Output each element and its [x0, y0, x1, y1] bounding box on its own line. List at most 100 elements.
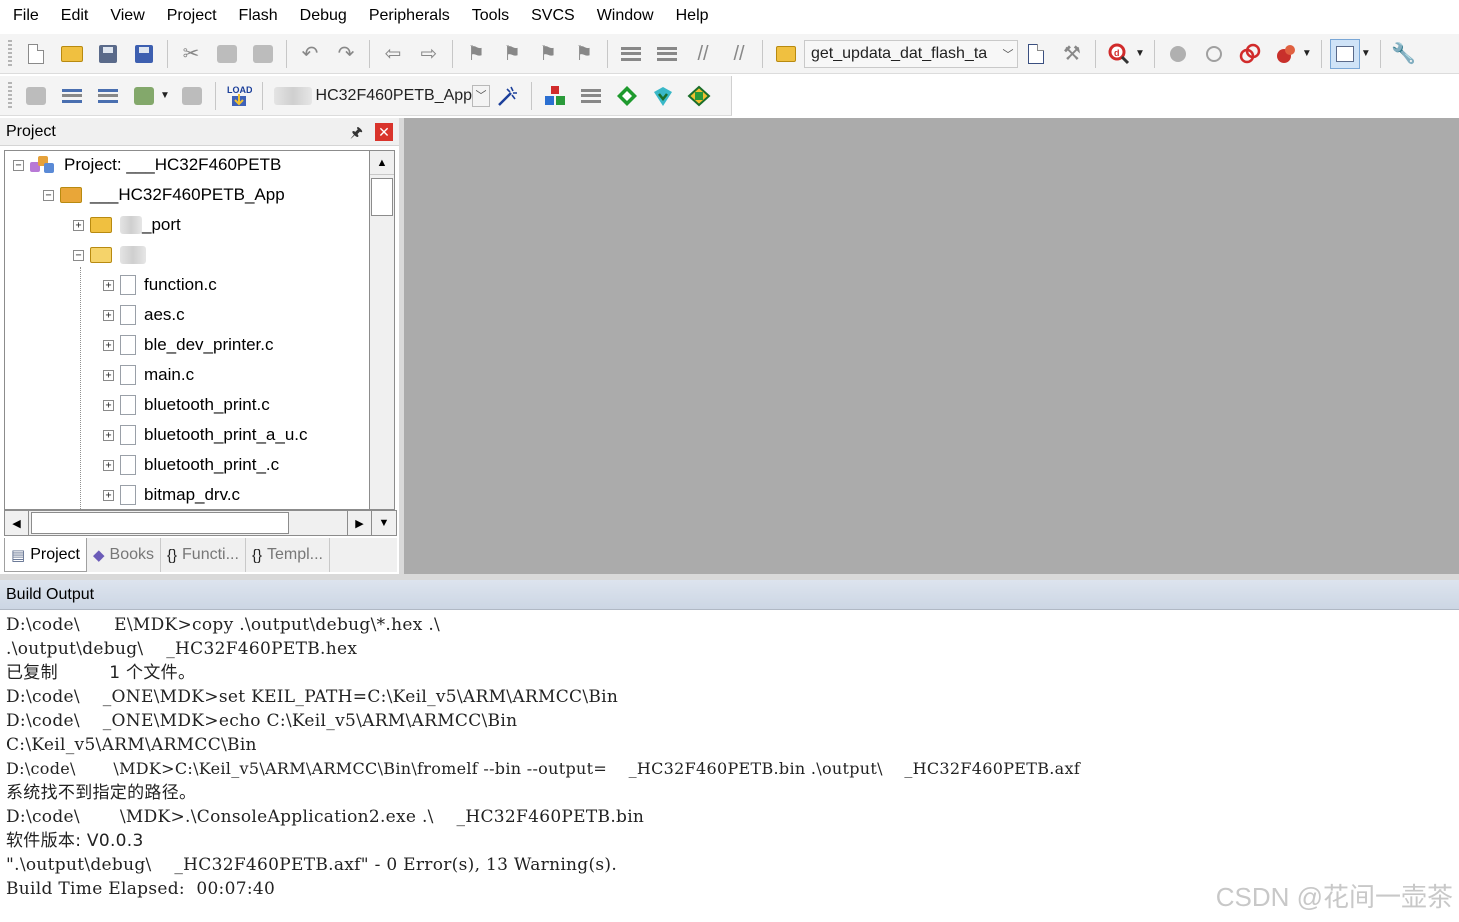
event-recorder-button[interactable] — [684, 81, 714, 111]
nav-forward-button[interactable]: ⇨ — [414, 39, 444, 69]
window-layout-dropdown-icon[interactable]: ▼ — [1361, 48, 1371, 59]
indent-button[interactable] — [616, 39, 646, 69]
scroll-thumb[interactable] — [31, 512, 289, 534]
toolbar-grip[interactable] — [8, 39, 12, 68]
window-layout-button[interactable] — [1329, 38, 1360, 69]
batch-build-button[interactable] — [129, 81, 159, 111]
tree-horizontal-scrollbar[interactable]: ◀ ▶ ▼ — [4, 510, 397, 536]
tree-file[interactable]: + bitmap_drv.c — [103, 483, 240, 507]
expand-icon[interactable]: + — [103, 339, 114, 351]
build-output-window[interactable]: D:\code\ E\MDK>copy .\output\debug\*.hex… — [0, 611, 1459, 922]
nav-back-button[interactable]: ⇦ — [378, 39, 408, 69]
scroll-up-icon[interactable]: ▲ — [370, 151, 394, 175]
menu-window[interactable]: Window — [586, 1, 665, 31]
uncomment-button[interactable]: // — [724, 39, 754, 69]
expand-icon[interactable]: + — [103, 489, 114, 501]
find-button[interactable] — [1021, 39, 1051, 69]
scroll-left-icon[interactable]: ◀ — [5, 511, 29, 535]
incremental-find-button[interactable]: ⚒ — [1057, 39, 1087, 69]
copy-button[interactable] — [212, 39, 242, 69]
debug-session-button[interactable]: d — [1104, 39, 1134, 69]
scroll-right-icon[interactable]: ▶ — [347, 511, 371, 535]
paste-button[interactable] — [248, 39, 278, 69]
batch-build-dropdown-icon[interactable]: ▼ — [160, 90, 170, 101]
toolbar-grip[interactable] — [8, 81, 12, 110]
scroll-dropdown-icon[interactable]: ▼ — [371, 511, 396, 535]
menu-file[interactable]: File — [2, 1, 50, 31]
menu-tools[interactable]: Tools — [461, 1, 520, 31]
new-file-button[interactable] — [21, 39, 51, 69]
comment-button[interactable]: // — [688, 39, 718, 69]
tab-books[interactable]: ◆ Books — [87, 538, 161, 572]
pack-installer-button[interactable] — [648, 81, 678, 111]
tree-file[interactable]: + aes.c — [103, 303, 185, 327]
collapse-icon[interactable]: − — [43, 189, 54, 201]
download-button[interactable]: LOAD — [224, 81, 254, 111]
scroll-thumb[interactable] — [371, 178, 393, 216]
find-in-files-button[interactable] — [771, 39, 801, 69]
menu-edit[interactable]: Edit — [50, 1, 100, 31]
kill-all-breakpoints-button[interactable] — [1271, 39, 1301, 69]
rebuild-button[interactable] — [93, 81, 123, 111]
menu-view[interactable]: View — [99, 1, 155, 31]
translate-button[interactable] — [21, 81, 51, 111]
tree-folder-source[interactable]: − — [73, 243, 146, 267]
expand-icon[interactable]: + — [103, 369, 114, 381]
build-button[interactable] — [57, 81, 87, 111]
insert-breakpoint-button[interactable] — [1163, 39, 1193, 69]
breakpoint-dropdown-icon[interactable]: ▼ — [1302, 48, 1312, 59]
save-all-button[interactable] — [129, 39, 159, 69]
tab-project[interactable]: ▤ Project — [4, 538, 87, 572]
tree-target[interactable]: − ___HC32F460PETB_App — [43, 183, 285, 207]
pin-icon[interactable]: 🖈 — [350, 122, 363, 146]
tree-root[interactable]: − Project: ___HC32F460PETB — [13, 153, 281, 177]
undo-button[interactable]: ↶ — [295, 39, 325, 69]
stop-build-button[interactable] — [177, 81, 207, 111]
function-combo[interactable]: get_updata_dat_flash_ta ﹀ — [804, 39, 1018, 68]
expand-icon[interactable]: + — [103, 309, 114, 321]
expand-icon[interactable]: + — [103, 459, 114, 471]
tree-file[interactable]: + bluetooth_print_.c — [103, 453, 279, 477]
clear-bookmarks-button[interactable]: ⚑ — [569, 39, 599, 69]
chevron-down-icon[interactable]: ﹀ — [472, 84, 490, 107]
menu-flash[interactable]: Flash — [228, 1, 289, 31]
tree-file[interactable]: + ble_dev_printer.c — [103, 333, 273, 357]
tab-templates[interactable]: {} Templ... — [246, 538, 330, 572]
bookmark-button[interactable]: ⚑ — [461, 39, 491, 69]
chevron-down-icon[interactable]: ﹀ — [999, 46, 1017, 62]
collapse-icon[interactable]: − — [13, 159, 24, 171]
close-icon[interactable]: ✕ — [375, 123, 393, 141]
tree-file[interactable]: + function.c — [103, 273, 217, 297]
target-options-button[interactable] — [493, 81, 523, 111]
project-tree[interactable]: − Project: ___HC32F460PETB − ___HC32F460… — [4, 150, 369, 510]
menu-debug[interactable]: Debug — [289, 1, 358, 31]
tree-file[interactable]: + bluetooth_print_a_u.c — [103, 423, 308, 447]
menu-peripherals[interactable]: Peripherals — [358, 1, 461, 31]
menu-help[interactable]: Help — [665, 1, 720, 31]
select-packs-button[interactable] — [576, 81, 606, 111]
save-button[interactable] — [93, 39, 123, 69]
debug-dropdown-icon[interactable]: ▼ — [1135, 48, 1145, 59]
expand-icon[interactable]: + — [103, 429, 114, 441]
target-combo[interactable]: HC32F460PETB_App ﹀ — [268, 82, 490, 110]
manage-run-time-button[interactable] — [612, 81, 642, 111]
configure-button[interactable]: 🔧 — [1389, 39, 1419, 69]
open-file-button[interactable] — [57, 39, 87, 69]
disable-all-breakpoints-button[interactable] — [1235, 39, 1265, 69]
next-bookmark-button[interactable]: ⚑ — [533, 39, 563, 69]
cut-button[interactable]: ✂ — [176, 39, 206, 69]
expand-icon[interactable]: + — [103, 399, 114, 411]
collapse-icon[interactable]: − — [73, 249, 84, 261]
tree-folder-port[interactable]: + _port — [73, 213, 181, 237]
menu-svcs[interactable]: SVCS — [520, 1, 586, 31]
editor-area[interactable] — [404, 118, 1459, 574]
expand-icon[interactable]: + — [73, 219, 84, 231]
enable-breakpoint-button[interactable] — [1199, 39, 1229, 69]
expand-icon[interactable]: + — [103, 279, 114, 291]
tree-file[interactable]: + bluetooth_print.c — [103, 393, 270, 417]
manage-project-items-button[interactable] — [540, 81, 570, 111]
unindent-button[interactable] — [652, 39, 682, 69]
tree-vertical-scrollbar[interactable]: ▲ — [369, 150, 395, 510]
menu-project[interactable]: Project — [156, 1, 228, 31]
redo-button[interactable]: ↷ — [331, 39, 361, 69]
